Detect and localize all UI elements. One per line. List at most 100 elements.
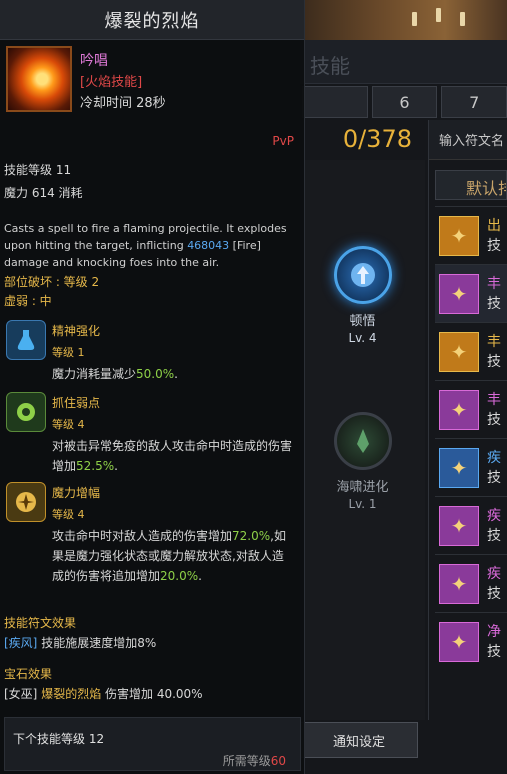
rune-sub: 技 <box>487 643 501 660</box>
rune-icon: ✦ <box>439 331 479 372</box>
rune-icon: ✦ <box>439 621 479 662</box>
rune-label: 丰技 <box>487 390 501 430</box>
pvp-label: PvP <box>272 134 294 148</box>
tripod-1: 精神强化 等级 1 魔力消耗量减少50.0%. <box>4 320 300 400</box>
skill-title: 爆裂的烈焰 <box>0 0 304 40</box>
skill-window-header: 技能 <box>300 40 507 84</box>
rune-label: 疾技 <box>487 564 501 604</box>
skill-window-title: 技能 <box>310 54 350 78</box>
rune-effect: [疾风] 技能施展速度增加8% <box>4 634 156 651</box>
rune-list-item[interactable]: ✦ 疾技 <box>435 554 507 612</box>
mana-amplify-icon <box>6 482 46 522</box>
rune-list-item[interactable]: ✦ 疾技 <box>435 496 507 554</box>
rune-name: 丰 <box>487 333 501 350</box>
required-level-value: 60 <box>270 754 286 768</box>
effect-text: 魔力消耗量减少 <box>52 367 137 381</box>
part-break: 部位破坏 : 等级 2 <box>4 275 100 289</box>
tripod-effect: 对被击异常免疫的敌人攻击命中时造成的伤害增加52.5%. <box>52 436 292 476</box>
tripod-2: 抓住弱点 等级 4 对被击异常免疫的敌人攻击命中时造成的伤害增加52.5%. <box>4 392 300 473</box>
level-tab[interactable] <box>302 86 368 118</box>
rune-effect-text: 技能施展速度增加8% <box>37 636 157 650</box>
tripod-name: 精神强化 <box>52 324 101 338</box>
notify-settings-button[interactable]: 通知设定 <box>300 722 418 758</box>
effect-text: . <box>198 569 202 583</box>
gem-prefix: [女巫] <box>4 687 42 701</box>
tripod-level: 等级 1 <box>52 346 85 359</box>
skill-description: Casts a spell to fire a flaming projecti… <box>4 220 300 271</box>
rune-icon: ✦ <box>439 563 479 604</box>
skill-node-tsunami[interactable]: 海啸进化 Lv. 1 <box>300 412 425 511</box>
tsunami-icon <box>333 412 392 470</box>
rune-sub: 技 <box>487 585 501 602</box>
rune-sort-dropdown[interactable]: 默认排 <box>435 170 507 200</box>
effect-value: 20.0% <box>160 569 199 583</box>
rune-sub: 技 <box>487 411 501 428</box>
tripod-name: 抓住弱点 <box>52 396 101 410</box>
rune-icon: ✦ <box>439 389 479 430</box>
rune-panel: 输入符文名 默认排 ✦出技✦丰技✦丰技✦丰技✦疾技✦疾技✦疾技✦净技 <box>428 120 507 720</box>
node-level: Lv. 4 <box>348 331 377 345</box>
level-tabs: 6 7 <box>300 86 507 120</box>
tripod-effect: 攻击命中时对敌人造成的伤害增加72.0%,如果是魔力强化状态或魔力解放状态,对敌… <box>52 526 292 586</box>
required-label: 所需等级 <box>222 754 271 768</box>
rune-name: 疾 <box>487 565 501 582</box>
rune-icon: ✦ <box>439 447 479 488</box>
weakpoint-icon <box>6 392 46 432</box>
skill-node-epiphany[interactable]: 顿悟 Lv. 4 <box>300 246 425 345</box>
scenery-banner <box>300 0 507 40</box>
rune-name: 疾 <box>487 449 501 466</box>
tripod-level: 等级 4 <box>52 508 85 521</box>
effect-value: 72.0% <box>232 529 271 543</box>
weakness: 虚弱 : 中 <box>4 294 52 308</box>
required-level: 所需等级60 <box>223 752 286 769</box>
rune-list-item[interactable]: ✦ 丰技 <box>435 322 507 380</box>
rune-sub: 技 <box>487 295 501 312</box>
rune-effect-title: 技能符文效果 <box>4 616 77 630</box>
skill-level: 技能等级 11 <box>4 163 72 177</box>
gem-effect-title: 宝石效果 <box>4 667 53 681</box>
level-tab[interactable]: 7 <box>441 86 507 118</box>
rune-list-item[interactable]: ✦ 出技 <box>435 206 507 264</box>
candle-icon <box>412 12 417 26</box>
level-tab[interactable]: 6 <box>371 86 438 118</box>
skill-cooldown: 冷却时间 28秒 <box>80 96 166 111</box>
next-skill-level: 下个技能等级 12 <box>13 732 105 746</box>
tripod-effect: 魔力消耗量减少50.0%. <box>52 364 292 384</box>
rune-name: 疾 <box>487 507 501 524</box>
effect-text: . <box>114 459 118 473</box>
rune-sub: 技 <box>487 237 501 254</box>
tripod-name: 魔力增幅 <box>52 486 101 500</box>
mana-cost: 魔力 614 消耗 <box>4 186 83 200</box>
rune-list-item[interactable]: ✦ 疾技 <box>435 438 507 496</box>
rune-sub: 技 <box>487 527 501 544</box>
damage-value: 468043 <box>187 239 230 252</box>
skill-element-tag: [火焰技能] <box>80 75 143 90</box>
node-name: 顿悟 <box>349 314 376 329</box>
skill-tree: 顿悟 Lv. 4 海啸进化 Lv. 1 <box>300 160 425 720</box>
rune-label: 出技 <box>487 216 501 256</box>
skill-cast-type: 吟唱 <box>80 53 108 69</box>
rune-list-item[interactable]: ✦ 丰技 <box>435 264 507 322</box>
rune-name: 丰 <box>487 391 501 408</box>
rune-name: 净 <box>487 623 501 640</box>
tripod-level: 等级 4 <box>52 418 85 431</box>
gem-skill: 爆裂的烈焰 <box>41 687 102 701</box>
candle-icon <box>460 12 465 26</box>
rune-list: ✦ 出技 ✦ 丰技 ✦ 丰技 ✦ 丰技 ✦ 疾技 ✦ 疾技 ✦ 疾技 ✦ 净技 <box>429 206 507 670</box>
gem-effect: [女巫] 爆裂的烈焰 伤害增加 40.00% <box>4 685 203 702</box>
effect-value: 52.5% <box>76 459 115 473</box>
rune-label: 净技 <box>487 622 501 662</box>
candle-icon <box>436 8 441 22</box>
rune-label: 疾技 <box>487 448 501 488</box>
rune-list-item[interactable]: ✦ 净技 <box>435 612 507 670</box>
mana-flask-icon <box>6 320 46 360</box>
rune-list-item[interactable]: ✦ 丰技 <box>435 380 507 438</box>
rune-sub: 技 <box>487 469 501 486</box>
skill-points: 0/378 <box>342 125 412 153</box>
gem-effect-text: 伤害增加 40.00% <box>101 687 203 701</box>
effect-text: 攻击命中时对敌人造成的伤害增加 <box>52 529 233 543</box>
rune-search-input[interactable]: 输入符文名 <box>429 120 507 160</box>
next-level-box: 下个技能等级 12 所需等级60 <box>4 717 301 771</box>
rune-label: 疾技 <box>487 506 501 546</box>
rune-icon: ✦ <box>439 505 479 546</box>
